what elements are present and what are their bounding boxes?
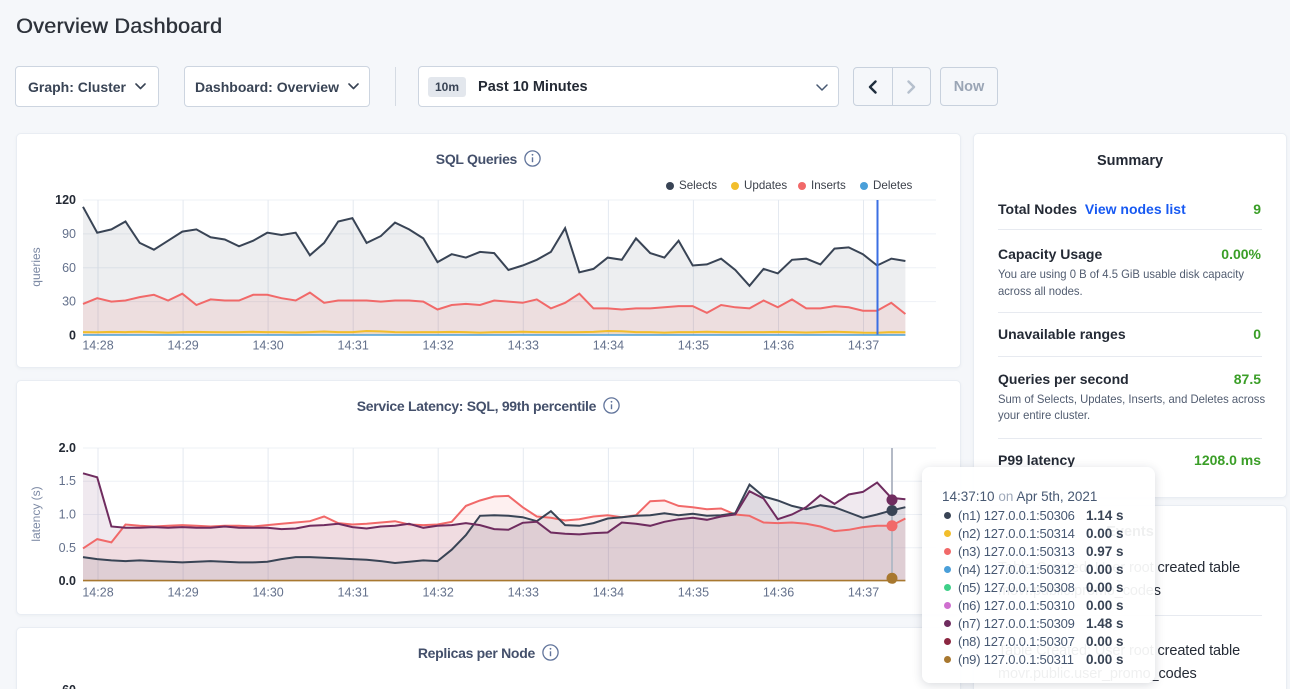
svg-text:14:32: 14:32 xyxy=(423,586,454,600)
svg-text:14:35: 14:35 xyxy=(678,586,709,600)
svg-text:14:33: 14:33 xyxy=(508,586,539,600)
svg-text:14:28: 14:28 xyxy=(82,339,113,353)
svg-text:latency (s): latency (s) xyxy=(29,486,43,541)
svg-text:60: 60 xyxy=(62,261,76,275)
svg-text:14:31: 14:31 xyxy=(338,339,369,353)
svg-text:0.5: 0.5 xyxy=(59,541,76,555)
svg-text:14:29: 14:29 xyxy=(167,586,198,600)
svg-text:14:31: 14:31 xyxy=(338,586,369,600)
svg-text:queries: queries xyxy=(29,247,43,286)
svg-text:14:30: 14:30 xyxy=(252,586,283,600)
svg-text:14:36: 14:36 xyxy=(763,339,794,353)
svg-text:30: 30 xyxy=(62,295,76,309)
svg-text:1.0: 1.0 xyxy=(59,508,76,522)
svg-text:90: 90 xyxy=(62,227,76,241)
svg-text:14:37: 14:37 xyxy=(848,586,879,600)
svg-text:14:32: 14:32 xyxy=(423,339,454,353)
svg-text:0: 0 xyxy=(69,329,76,343)
svg-text:14:30: 14:30 xyxy=(252,339,283,353)
svg-text:14:34: 14:34 xyxy=(593,586,624,600)
svg-text:2.0: 2.0 xyxy=(59,441,76,455)
svg-text:14:28: 14:28 xyxy=(82,586,113,600)
svg-text:14:36: 14:36 xyxy=(763,586,794,600)
svg-text:60: 60 xyxy=(62,683,76,689)
svg-text:14:34: 14:34 xyxy=(593,339,624,353)
svg-text:14:35: 14:35 xyxy=(678,339,709,353)
svg-text:14:33: 14:33 xyxy=(508,339,539,353)
svg-text:120: 120 xyxy=(55,193,76,207)
svg-text:14:37: 14:37 xyxy=(848,339,879,353)
svg-text:1.5: 1.5 xyxy=(59,474,76,488)
svg-text:14:29: 14:29 xyxy=(167,339,198,353)
svg-text:0.0: 0.0 xyxy=(59,574,76,588)
